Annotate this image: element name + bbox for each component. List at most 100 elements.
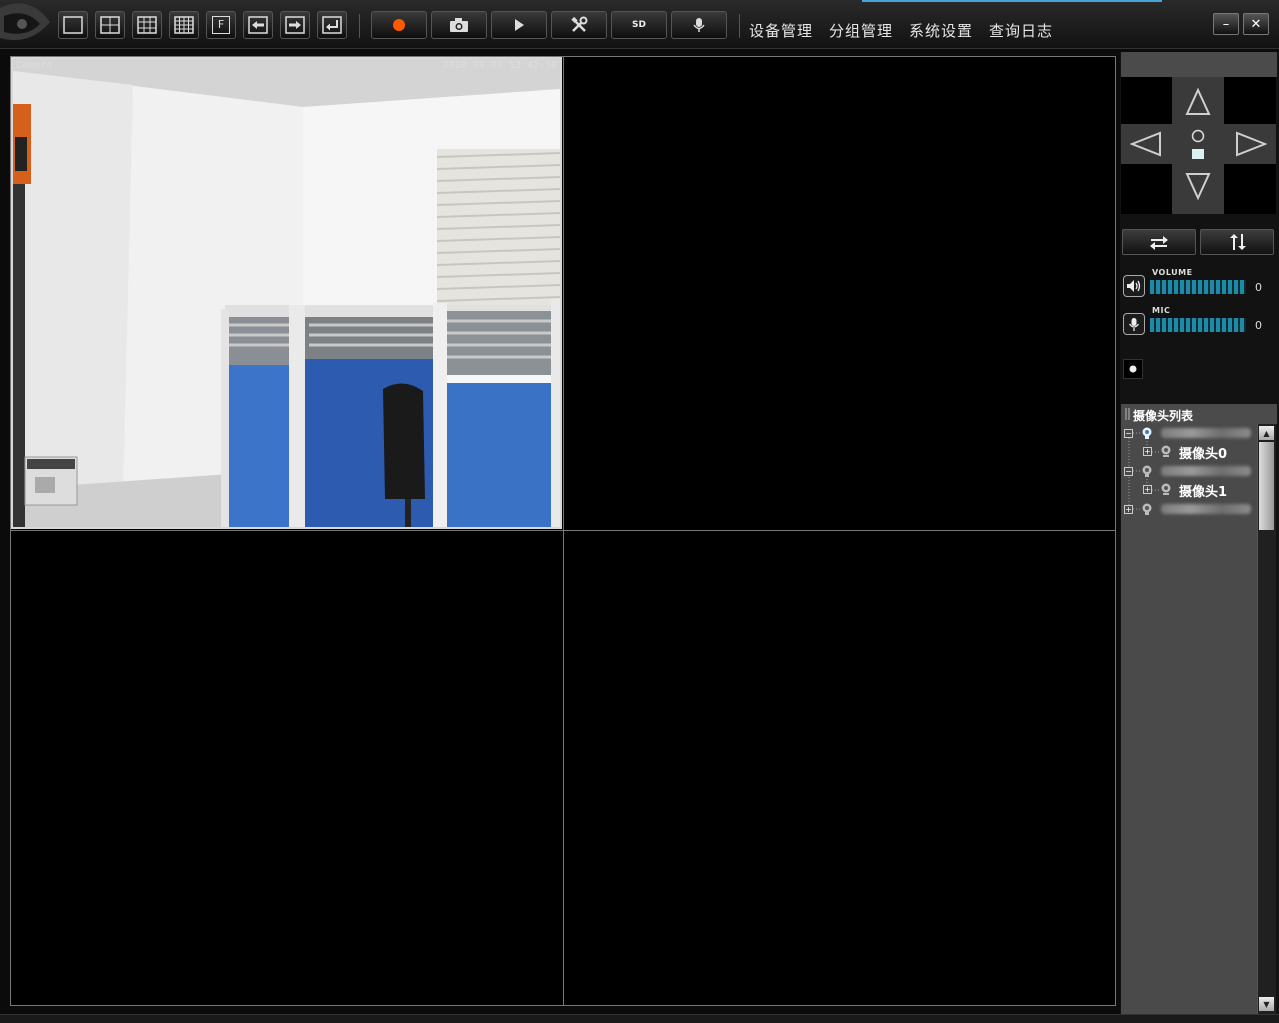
grip-icon — [1125, 408, 1130, 420]
volume-value: 0 — [1255, 281, 1262, 294]
volume-label: VOLUME — [1152, 268, 1193, 277]
ptz-right-button[interactable] — [1225, 124, 1276, 164]
camera-tree: − + 摄像头0 − + 摄像头1 + — [1121, 424, 1257, 1014]
mic-slider[interactable] — [1150, 318, 1246, 332]
video-channel-4[interactable] — [564, 531, 1115, 1005]
swap-horizontal-icon — [1150, 236, 1168, 250]
play-button[interactable] — [491, 11, 547, 39]
ptz-left-button[interactable] — [1121, 124, 1171, 164]
expand-icon[interactable]: + — [1143, 485, 1152, 494]
collapse-icon[interactable]: − — [1124, 429, 1133, 438]
arrow-left-icon — [248, 16, 268, 34]
video-channel-2[interactable] — [564, 57, 1115, 529]
camera-item-0[interactable]: 摄像头0 — [1179, 443, 1227, 462]
dot-icon — [1129, 365, 1137, 373]
record-button[interactable] — [371, 11, 427, 39]
camera-list-title: 摄像头列表 — [1133, 409, 1194, 423]
expand-icon[interactable]: + — [1143, 447, 1152, 456]
arrow-left-icon — [1130, 131, 1161, 157]
mic-value: 0 — [1255, 319, 1262, 332]
record-icon — [393, 19, 405, 31]
layout-1-button[interactable] — [58, 11, 88, 39]
microphone-icon — [693, 18, 705, 32]
webcam-icon — [1161, 483, 1171, 495]
next-page-button[interactable] — [280, 11, 310, 39]
stop-icon — [1192, 149, 1204, 159]
ptz-control — [1121, 77, 1276, 214]
toolbar-separator — [739, 14, 740, 38]
mic-button[interactable] — [1123, 313, 1145, 335]
scroll-down-icon[interactable]: ▼ — [1259, 997, 1274, 1011]
single-view-icon — [63, 16, 83, 34]
camera-list-header: 摄像头列表 — [1121, 404, 1277, 424]
microphone-button[interactable] — [671, 11, 727, 39]
fullscreen-button[interactable]: F — [206, 11, 236, 39]
swap-horizontal-button[interactable] — [1122, 229, 1196, 255]
camera-name-overlay: Camera — [16, 60, 53, 71]
scroll-up-icon[interactable]: ▲ — [1259, 426, 1274, 440]
return-icon — [322, 16, 342, 34]
swap-vertical-button[interactable] — [1200, 229, 1274, 255]
ptz-header — [1121, 52, 1277, 77]
menu-device-management[interactable]: 设备管理 — [749, 20, 813, 41]
arrow-right-icon — [1235, 131, 1267, 157]
microphone-icon — [1128, 317, 1140, 331]
device-icon — [1142, 503, 1152, 515]
menu-group-management[interactable]: 分组管理 — [829, 20, 893, 41]
menu-query-log[interactable]: 查询日志 — [989, 20, 1053, 41]
arrow-up-icon — [1185, 88, 1211, 115]
mic-label: MIC — [1152, 306, 1171, 315]
light-button[interactable] — [1123, 359, 1143, 379]
sd-button[interactable]: SD — [611, 11, 667, 39]
ptz-down-button[interactable] — [1172, 165, 1224, 207]
tools-button[interactable] — [551, 11, 607, 39]
circle-icon — [1191, 129, 1205, 143]
grid-divider-vertical — [563, 56, 564, 1006]
sixteen-view-icon — [174, 16, 194, 34]
scroll-thumb[interactable] — [1259, 442, 1274, 530]
speaker-icon — [1127, 280, 1141, 292]
arrow-right-icon — [285, 16, 305, 34]
ptz-spacer — [1121, 214, 1277, 226]
device-icon — [1142, 465, 1152, 477]
device-name-redacted[interactable] — [1161, 466, 1251, 476]
tools-icon — [571, 16, 588, 32]
device-icon — [1142, 427, 1152, 439]
video-channel-1[interactable]: Camera 2010-09-07 13:42:30 — [11, 57, 562, 529]
device-name-redacted[interactable] — [1161, 504, 1251, 514]
layout-16-button[interactable] — [169, 11, 199, 39]
expand-icon[interactable]: + — [1124, 505, 1133, 514]
camera-item-1[interactable]: 摄像头1 — [1179, 481, 1227, 500]
volume-slider[interactable] — [1150, 280, 1246, 294]
webcam-icon — [1161, 445, 1171, 457]
snapshot-button[interactable] — [431, 11, 487, 39]
volume-button[interactable] — [1123, 275, 1145, 297]
nine-view-icon — [137, 16, 157, 34]
layout-9-button[interactable] — [132, 11, 162, 39]
close-button[interactable]: ✕ — [1243, 13, 1269, 35]
camera-list-scrollbar[interactable]: ▲ ▼ — [1257, 424, 1276, 1014]
title-accent-line — [862, 0, 1162, 2]
fullscreen-icon: F — [212, 16, 230, 34]
camera-feed-image — [13, 59, 560, 527]
quad-view-icon — [100, 16, 120, 34]
toolbar-separator — [359, 14, 360, 38]
arrow-down-icon — [1185, 173, 1211, 200]
video-channel-3[interactable] — [11, 531, 562, 1005]
camera-icon — [450, 18, 468, 32]
minimize-button[interactable]: – — [1213, 13, 1239, 35]
collapse-icon[interactable]: − — [1124, 467, 1133, 476]
play-icon — [515, 19, 524, 31]
swap-vertical-icon — [1230, 234, 1246, 250]
app-logo — [0, 0, 52, 48]
sd-card-icon: SD — [632, 20, 646, 30]
ptz-up-button[interactable] — [1172, 81, 1224, 123]
layout-4-button[interactable] — [95, 11, 125, 39]
previous-page-button[interactable] — [243, 11, 273, 39]
grid-divider-horizontal — [10, 530, 1116, 531]
return-button[interactable] — [317, 11, 347, 39]
ptz-center-button[interactable] — [1185, 125, 1211, 163]
camera-timestamp-overlay: 2010-09-07 13:42:30 — [442, 60, 557, 71]
device-name-redacted[interactable] — [1161, 428, 1251, 438]
menu-system-settings[interactable]: 系统设置 — [909, 20, 973, 41]
